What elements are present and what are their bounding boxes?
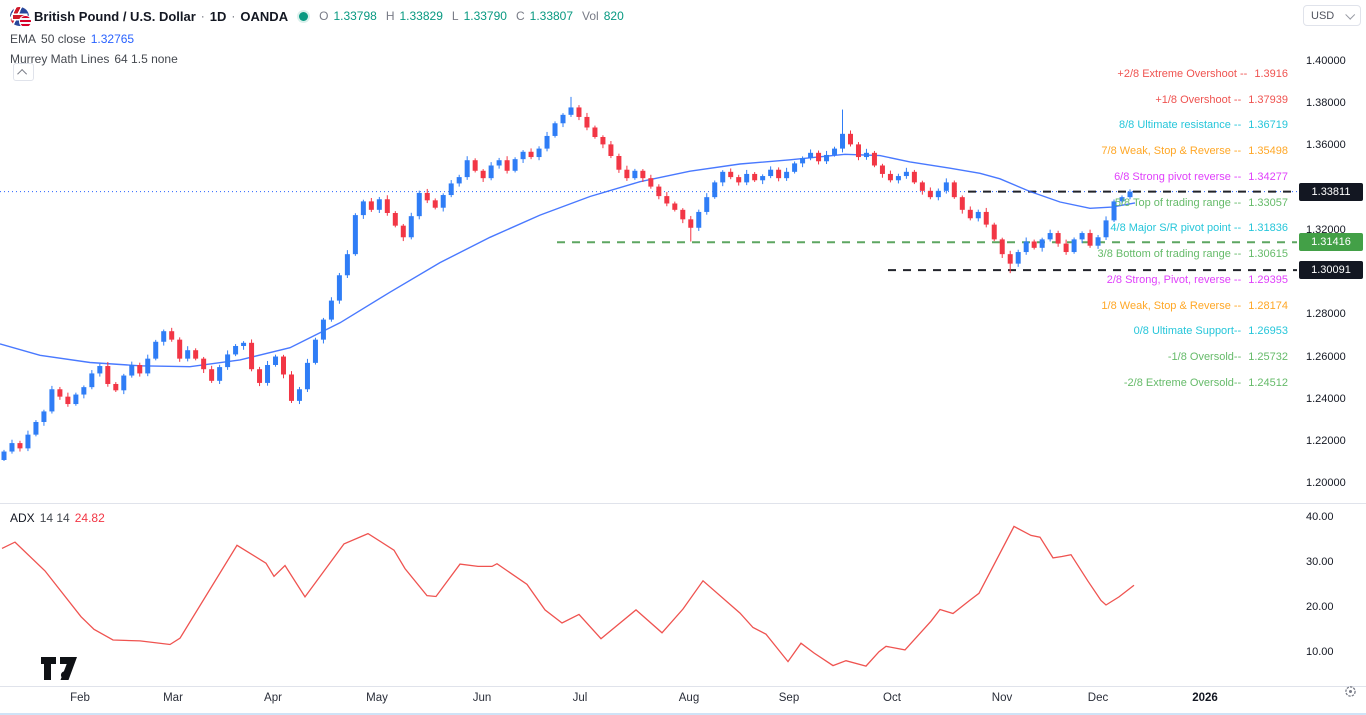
chevron-down-icon	[1345, 10, 1355, 20]
interval-label[interactable]: 1D	[210, 9, 227, 24]
time-axis-label: Jun	[473, 692, 492, 704]
title-separator: ·	[231, 9, 235, 23]
time-axis-label: Apr	[264, 692, 282, 704]
time-axis-label: 2026	[1192, 692, 1218, 704]
price-tick-label: 1.40000	[1306, 54, 1346, 68]
chevron-up-icon	[17, 68, 27, 78]
price-tick-label: 1.26000	[1306, 350, 1346, 364]
market-status-dot-icon[interactable]	[299, 12, 308, 21]
price-label-pill: 1.30091	[1299, 261, 1363, 279]
time-axis-label: May	[366, 692, 388, 704]
murrey-level-label: 6/8 Strong pivot reverse --1.34277	[1114, 171, 1288, 183]
price-tick-label: 1.22000	[1306, 434, 1346, 448]
murrey-level-label: 1/8 Weak, Stop & Reverse --1.28174	[1101, 300, 1288, 312]
adx-tick-label: 20.00	[1306, 600, 1334, 614]
low-value: 1.33790	[464, 9, 507, 23]
collapse-legend-button[interactable]	[13, 63, 34, 81]
chart-canvas[interactable]	[0, 0, 1366, 715]
time-axis-border	[0, 686, 1366, 687]
symbol-title[interactable]: British Pound / U.S. Dollar	[34, 9, 196, 24]
exchange-label[interactable]: OANDA	[240, 9, 288, 24]
chart-window: British Pound / U.S. Dollar · 1D · OANDA…	[0, 0, 1366, 715]
high-value: 1.33829	[400, 9, 443, 23]
murrey-legend-row[interactable]: Murrey Math Lines 64 1.5 none	[10, 51, 178, 67]
price-tick-label: 1.24000	[1306, 392, 1346, 406]
price-tick-label: 1.28000	[1306, 307, 1346, 321]
ema-value: 1.32765	[91, 32, 134, 46]
gbp-usd-flag-icon	[10, 7, 29, 26]
price-label-pill: 1.31416	[1299, 233, 1363, 251]
volume-label: Vol	[582, 9, 599, 23]
ema-legend-row[interactable]: EMA 50 close 1.32765	[10, 31, 134, 47]
murrey-level-label: +1/8 Overshoot --1.37939	[1155, 94, 1288, 106]
low-label: L	[452, 9, 459, 23]
time-axis-label: Mar	[163, 692, 183, 704]
price-tick-label: 1.36000	[1306, 138, 1346, 152]
title-separator: ·	[201, 9, 205, 23]
time-axis-label: Oct	[883, 692, 901, 704]
adx-tick-label: 10.00	[1306, 645, 1334, 659]
murrey-level-label: 2/8 Strong, Pivot, reverse --1.29395	[1107, 274, 1288, 286]
price-tick-label: 1.38000	[1306, 96, 1346, 110]
tradingview-logo[interactable]	[40, 656, 80, 682]
adx-params: 14 14	[40, 511, 70, 525]
adx-name: ADX	[10, 511, 35, 525]
adx-value: 24.82	[75, 511, 105, 525]
adx-tick-label: 40.00	[1306, 510, 1334, 524]
time-axis-label: Jul	[573, 692, 588, 704]
murrey-params: 64 1.5 none	[114, 52, 177, 66]
murrey-level-label: +2/8 Extreme Overshoot --1.3916	[1117, 68, 1288, 80]
high-label: H	[386, 9, 395, 23]
gear-icon[interactable]	[1344, 685, 1357, 698]
open-value: 1.33798	[333, 9, 376, 23]
time-axis-label: Sep	[779, 692, 799, 704]
murrey-level-label: 0/8 Ultimate Support--1.26953	[1134, 325, 1288, 337]
time-axis-label: Aug	[679, 692, 699, 704]
time-axis-label: Feb	[70, 692, 90, 704]
symbol-legend-row[interactable]: British Pound / U.S. Dollar · 1D · OANDA…	[10, 6, 624, 26]
murrey-level-label: 4/8 Major S/R pivot point --1.31836	[1110, 222, 1288, 234]
ema-name: EMA	[10, 32, 36, 46]
adx-legend-row[interactable]: ADX 14 14 24.82	[10, 511, 105, 525]
murrey-level-label: 7/8 Weak, Stop & Reverse --1.35498	[1101, 145, 1288, 157]
open-label: O	[319, 9, 328, 23]
volume-value: 820	[604, 9, 624, 23]
murrey-level-label: -2/8 Extreme Oversold--1.24512	[1124, 377, 1288, 389]
pane-divider[interactable]	[0, 503, 1366, 504]
close-value: 1.33807	[530, 9, 573, 23]
adx-tick-label: 30.00	[1306, 555, 1334, 569]
time-axis-label: Nov	[992, 692, 1012, 704]
currency-selector-label: USD	[1311, 10, 1334, 22]
ema-params: 50 close	[41, 32, 86, 46]
murrey-level-label: 3/8 Bottom of trading range --1.30615	[1098, 248, 1288, 260]
murrey-level-label: 5/8 Top of trading range --1.33057	[1115, 197, 1288, 209]
close-label: C	[516, 9, 525, 23]
time-axis-label: Dec	[1088, 692, 1108, 704]
currency-selector[interactable]: USD	[1303, 5, 1361, 26]
price-label-pill: 1.33811	[1299, 183, 1363, 201]
murrey-level-label: -1/8 Oversold--1.25732	[1168, 351, 1288, 363]
murrey-level-label: 8/8 Ultimate resistance --1.36719	[1119, 119, 1288, 131]
price-tick-label: 1.20000	[1306, 476, 1346, 490]
